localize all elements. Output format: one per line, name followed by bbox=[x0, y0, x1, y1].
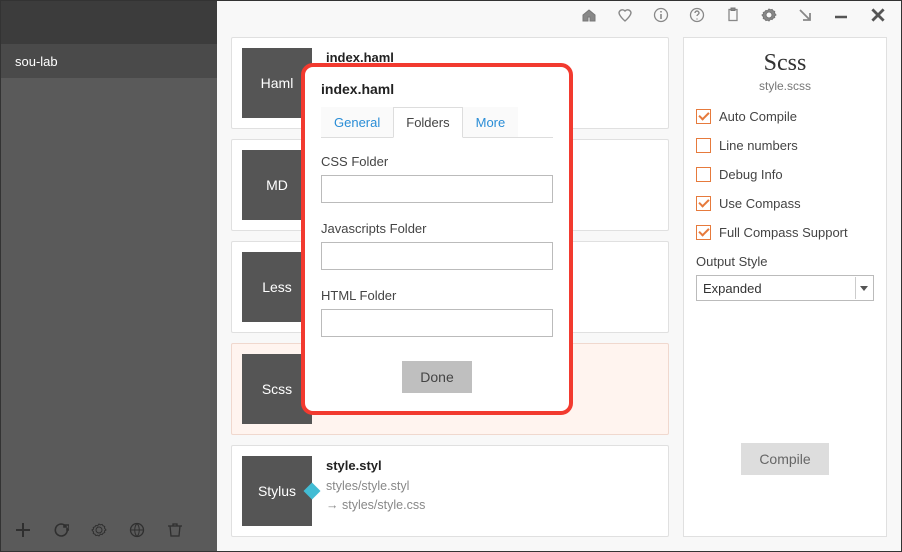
checkbox[interactable] bbox=[696, 109, 711, 124]
modal-tabs: GeneralFoldersMore bbox=[321, 107, 553, 138]
file-info: style.styl styles/style.styl→ styles/styl… bbox=[312, 446, 439, 536]
tab-more[interactable]: More bbox=[463, 107, 519, 137]
clipboard-icon[interactable] bbox=[725, 7, 741, 23]
file-title: style.styl bbox=[326, 458, 425, 473]
info-icon[interactable] bbox=[653, 7, 669, 23]
sidebar-top bbox=[1, 1, 217, 44]
content-area: Hamlindex.hamlMDLessScssStylusstyle.styl… bbox=[217, 29, 901, 551]
folder-input[interactable] bbox=[321, 175, 553, 203]
option-row: Full Compass Support bbox=[696, 225, 874, 240]
heart-icon[interactable] bbox=[617, 7, 633, 23]
left-sidebar: sou-lab bbox=[1, 1, 217, 551]
folder-input[interactable] bbox=[321, 309, 553, 337]
main-area: Hamlindex.hamlMDLessScssStylusstyle.styl… bbox=[217, 1, 901, 551]
plus-icon[interactable] bbox=[15, 522, 31, 538]
option-label: Auto Compile bbox=[719, 109, 797, 124]
chevron-down-icon bbox=[855, 277, 871, 299]
folders-modal: index.haml GeneralFoldersMore CSS Folder… bbox=[301, 63, 573, 415]
trash-icon[interactable] bbox=[167, 522, 183, 538]
arrow-down-right-icon[interactable] bbox=[797, 7, 813, 23]
app-window: sou-lab Hamlindex.hamlMDLessScssStylusst… bbox=[0, 0, 902, 552]
output-style-select[interactable]: Expanded bbox=[696, 275, 874, 301]
checkbox[interactable] bbox=[696, 225, 711, 240]
panel-subtitle: style.scss bbox=[696, 79, 874, 93]
option-label: Line numbers bbox=[719, 138, 798, 153]
option-row: Debug Info bbox=[696, 167, 874, 182]
home-icon[interactable] bbox=[581, 7, 597, 23]
file-type-badge: Stylus bbox=[242, 456, 312, 526]
refresh-icon[interactable] bbox=[53, 522, 69, 538]
gear-icon[interactable] bbox=[91, 522, 107, 538]
close-icon[interactable] bbox=[869, 6, 887, 24]
checkbox[interactable] bbox=[696, 138, 711, 153]
field-label: CSS Folder bbox=[321, 154, 553, 169]
file-settings-panel: Scss style.scss Auto Compile Line numbers… bbox=[683, 37, 887, 537]
option-label: Use Compass bbox=[719, 196, 801, 211]
sidebar-footer bbox=[1, 509, 217, 551]
output-style-value: Expanded bbox=[703, 281, 762, 296]
folder-input[interactable] bbox=[321, 242, 553, 270]
checkbox[interactable] bbox=[696, 196, 711, 211]
project-name: sou-lab bbox=[15, 54, 58, 69]
option-row: Auto Compile bbox=[696, 109, 874, 124]
top-toolbar bbox=[217, 1, 901, 29]
option-row: Use Compass bbox=[696, 196, 874, 211]
minimize-icon[interactable] bbox=[833, 7, 849, 23]
output-style-label: Output Style bbox=[696, 254, 874, 269]
help-icon[interactable] bbox=[689, 7, 705, 23]
file-card[interactable]: Stylus style.styl styles/style.styl→ style… bbox=[231, 445, 669, 537]
panel-heading: Scss bbox=[696, 50, 874, 77]
modal-title: index.haml bbox=[321, 81, 553, 97]
done-button[interactable]: Done bbox=[402, 361, 471, 393]
file-output-path: → styles/style.css bbox=[326, 496, 425, 515]
globe-icon[interactable] bbox=[129, 522, 145, 538]
project-row[interactable]: sou-lab bbox=[1, 44, 217, 78]
file-path: styles/style.styl bbox=[326, 477, 425, 496]
tab-folders[interactable]: Folders bbox=[393, 107, 462, 138]
option-label: Debug Info bbox=[719, 167, 783, 182]
settings-gear-icon[interactable] bbox=[761, 7, 777, 23]
tab-general[interactable]: General bbox=[321, 107, 393, 137]
field-label: Javascripts Folder bbox=[321, 221, 553, 236]
field-label: HTML Folder bbox=[321, 288, 553, 303]
checkbox[interactable] bbox=[696, 167, 711, 182]
option-label: Full Compass Support bbox=[719, 225, 848, 240]
compile-button[interactable]: Compile bbox=[741, 443, 828, 475]
option-row: Line numbers bbox=[696, 138, 874, 153]
